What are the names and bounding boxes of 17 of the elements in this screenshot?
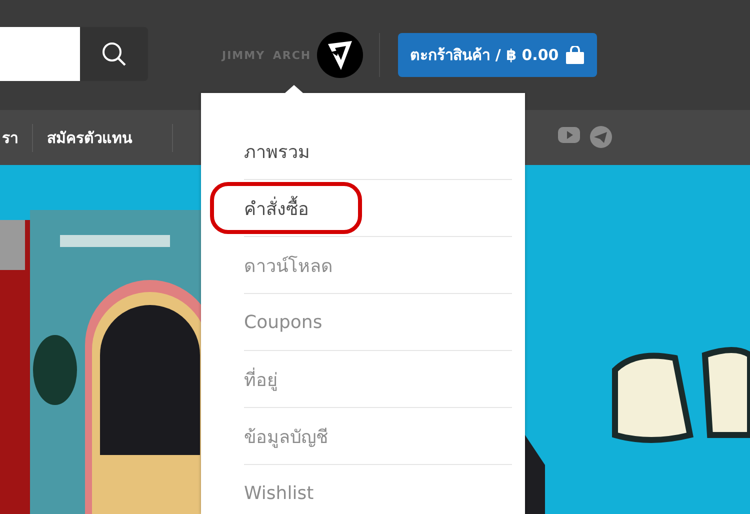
menu-item[interactable]: Coupons (244, 312, 322, 332)
menu-item[interactable]: ข้อมูลบัญชี (244, 422, 328, 450)
nav-link[interactable]: สมัครตัวแทน (47, 126, 132, 150)
logo-icon (317, 32, 364, 78)
menu-item[interactable]: ดาวน์โหลด (244, 250, 333, 280)
video-play-icon[interactable] (558, 126, 580, 144)
cart-button[interactable]: ตะกร้าสินค้า / ฿ 0.00 (398, 33, 597, 77)
menu-item[interactable]: ที่อยู่ (244, 364, 278, 394)
search-button[interactable] (80, 27, 148, 81)
shopping-bag-icon (564, 46, 585, 64)
menu-item[interactable]: ภาพรวม (244, 136, 310, 166)
search-icon (101, 41, 127, 67)
paper-plane-icon[interactable] (590, 126, 612, 148)
nav-link[interactable]: รา (2, 126, 18, 150)
menu-item[interactable]: คำสั่งซื้อ (244, 194, 309, 222)
menu-item[interactable]: Wishlist (244, 482, 314, 504)
search-field[interactable] (0, 27, 80, 81)
